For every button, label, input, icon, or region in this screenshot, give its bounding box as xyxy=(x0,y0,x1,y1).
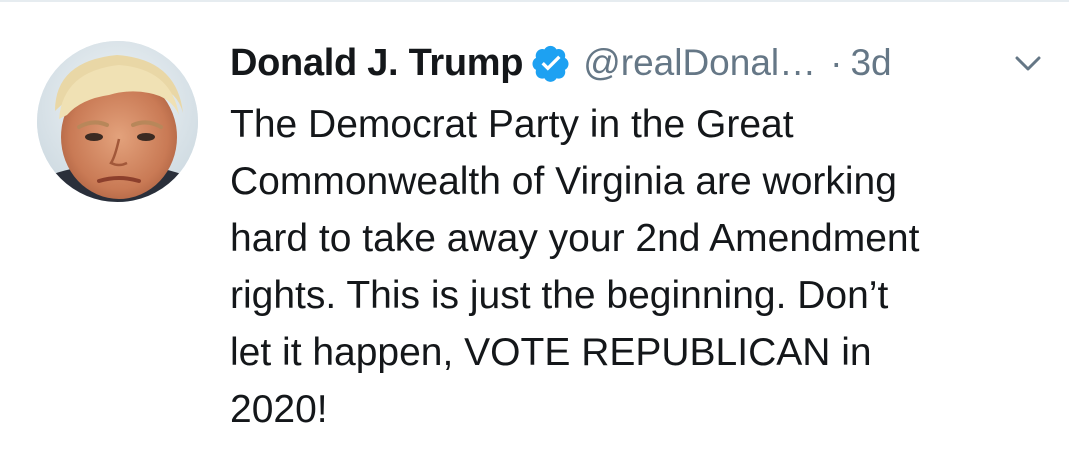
handle[interactable]: @realDonal… xyxy=(583,42,816,84)
chevron-down-icon[interactable] xyxy=(1013,52,1043,76)
tweet-text-line: rights. This is just the beginning. Don’… xyxy=(230,274,889,317)
tweet-text: The Democrat Party in the Great Commonwe… xyxy=(230,96,1050,438)
tweet-text-line: hard to take away your 2nd Amendment xyxy=(230,217,920,260)
tweet[interactable]: Donald J. Trump @realDonal… · 3d The Dem… xyxy=(0,0,1069,457)
tweet-text-line: 2020! xyxy=(230,388,328,431)
tweet-header: Donald J. Trump @realDonal… · 3d xyxy=(230,38,892,88)
avatar-image xyxy=(37,41,198,202)
tweet-text-line: The Democrat Party in the Great xyxy=(230,103,794,146)
avatar[interactable] xyxy=(37,41,198,202)
separator-dot: · xyxy=(830,42,843,83)
tweet-text-line: Commonwealth of Virginia are working xyxy=(230,160,897,203)
timestamp[interactable]: 3d xyxy=(850,42,891,84)
display-name[interactable]: Donald J. Trump xyxy=(230,42,524,85)
verified-badge-icon xyxy=(531,43,571,83)
tweet-text-line: let it happen, VOTE REPUBLICAN in xyxy=(230,331,872,374)
